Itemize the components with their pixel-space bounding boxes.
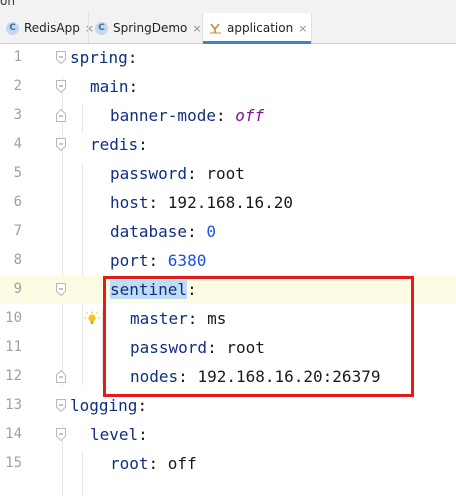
fold-end-icon[interactable] (56, 109, 66, 122)
line-number: 6 (13, 194, 22, 210)
yaml-colon: : (148, 251, 168, 270)
line-number: 2 (13, 78, 22, 94)
line-number: 7 (13, 223, 22, 239)
code-line[interactable]: 6 host: 192.168.16.20 (0, 188, 456, 217)
code-line[interactable]: 14 level: (0, 420, 456, 449)
fold-end-icon[interactable] (56, 370, 66, 383)
yaml-value: 0 (206, 222, 216, 241)
code-text: level: (90, 420, 148, 449)
yaml-key: spring (70, 48, 128, 67)
tab-springdemo[interactable]: C SpringDemo × (88, 13, 202, 43)
yaml-key: port (110, 251, 149, 270)
yaml-key: banner-mode (110, 106, 216, 125)
code-text: spring: (70, 43, 137, 72)
yaml-key: main (90, 77, 129, 96)
tab-redisapp[interactable]: C RedisApp × (0, 13, 94, 43)
yaml-colon: : (215, 106, 236, 125)
yaml-colon: : (127, 48, 138, 67)
line-number: 5 (13, 165, 22, 181)
code-text: password: root (110, 159, 245, 188)
line-number: 8 (13, 252, 22, 268)
code-line[interactable]: 3 banner-mode: off (0, 101, 456, 130)
line-number: 13 (5, 397, 22, 413)
yaml-key: password (110, 164, 188, 183)
fold-collapse-icon[interactable] (56, 399, 66, 412)
yaml-key: level (90, 425, 139, 444)
code-line[interactable]: 2 main: (0, 72, 456, 101)
yaml-value: off (235, 106, 265, 125)
class-icon: C (95, 21, 108, 35)
yaml-colon: : (138, 135, 148, 154)
close-icon[interactable]: × (192, 22, 201, 35)
code-text: database: 0 (110, 217, 216, 246)
fold-collapse-icon[interactable] (56, 80, 66, 93)
line-number: 15 (5, 455, 22, 471)
yaml-value: 6380 (167, 251, 207, 270)
yaml-value: off (167, 454, 197, 473)
tab-application[interactable]: application × (202, 13, 312, 44)
line-number: 14 (5, 426, 22, 442)
line-number: 11 (5, 339, 22, 355)
line-number: 1 (13, 49, 22, 65)
code-text: port: 6380 (110, 246, 206, 275)
code-text: root: off (110, 449, 197, 478)
line-number: 3 (13, 107, 22, 123)
yaml-value: 192.168.16.20 (167, 193, 294, 212)
code-line[interactable]: 4 redis: (0, 130, 456, 159)
yaml-key: database (110, 222, 188, 241)
tab-label: SpringDemo (113, 21, 188, 35)
fold-collapse-icon[interactable] (56, 51, 66, 64)
yaml-colon: : (187, 222, 207, 241)
line-number: 9 (13, 281, 22, 297)
yaml-colon: : (138, 425, 148, 444)
lightbulb-icon[interactable] (84, 311, 100, 327)
code-line[interactable]: 5 password: root (0, 159, 456, 188)
yaml-colon: : (187, 164, 207, 183)
window-title-fragment: on (0, 0, 456, 13)
line-number: 10 (5, 310, 22, 326)
yaml-colon: : (137, 396, 148, 415)
code-text: redis: (90, 130, 148, 159)
editor-tab-bar: C RedisApp × C SpringDemo × application … (0, 13, 456, 44)
yaml-key: logging (70, 396, 138, 415)
line-number: 4 (13, 136, 22, 152)
fold-collapse-icon[interactable] (56, 283, 66, 296)
code-line[interactable]: 7 database: 0 (0, 217, 456, 246)
fold-collapse-icon[interactable] (56, 138, 66, 151)
line-number: 12 (5, 368, 22, 384)
yaml-value: root (206, 164, 245, 183)
annotation-highlight-box (103, 276, 414, 397)
yaml-icon (209, 22, 222, 35)
yaml-key: redis (90, 135, 139, 154)
class-icon: C (6, 21, 19, 35)
yaml-colon: : (148, 454, 168, 473)
yaml-colon: : (148, 193, 168, 212)
close-icon[interactable]: × (298, 22, 307, 35)
yaml-colon: : (128, 77, 139, 96)
yaml-key: host (110, 193, 149, 212)
code-line[interactable]: 8 port: 6380 (0, 246, 456, 275)
code-line[interactable]: 1 spring: (0, 43, 456, 72)
fold-collapse-icon[interactable] (56, 428, 66, 441)
yaml-key: root (110, 454, 149, 473)
window-title-text: on (0, 0, 15, 8)
code-text: host: 192.168.16.20 (110, 188, 293, 217)
tab-label: RedisApp (24, 21, 80, 35)
tab-label: application (227, 21, 294, 35)
code-text: banner-mode: off (110, 101, 264, 130)
code-text: main: (90, 72, 138, 101)
code-line[interactable]: 15 root: off (0, 449, 456, 478)
